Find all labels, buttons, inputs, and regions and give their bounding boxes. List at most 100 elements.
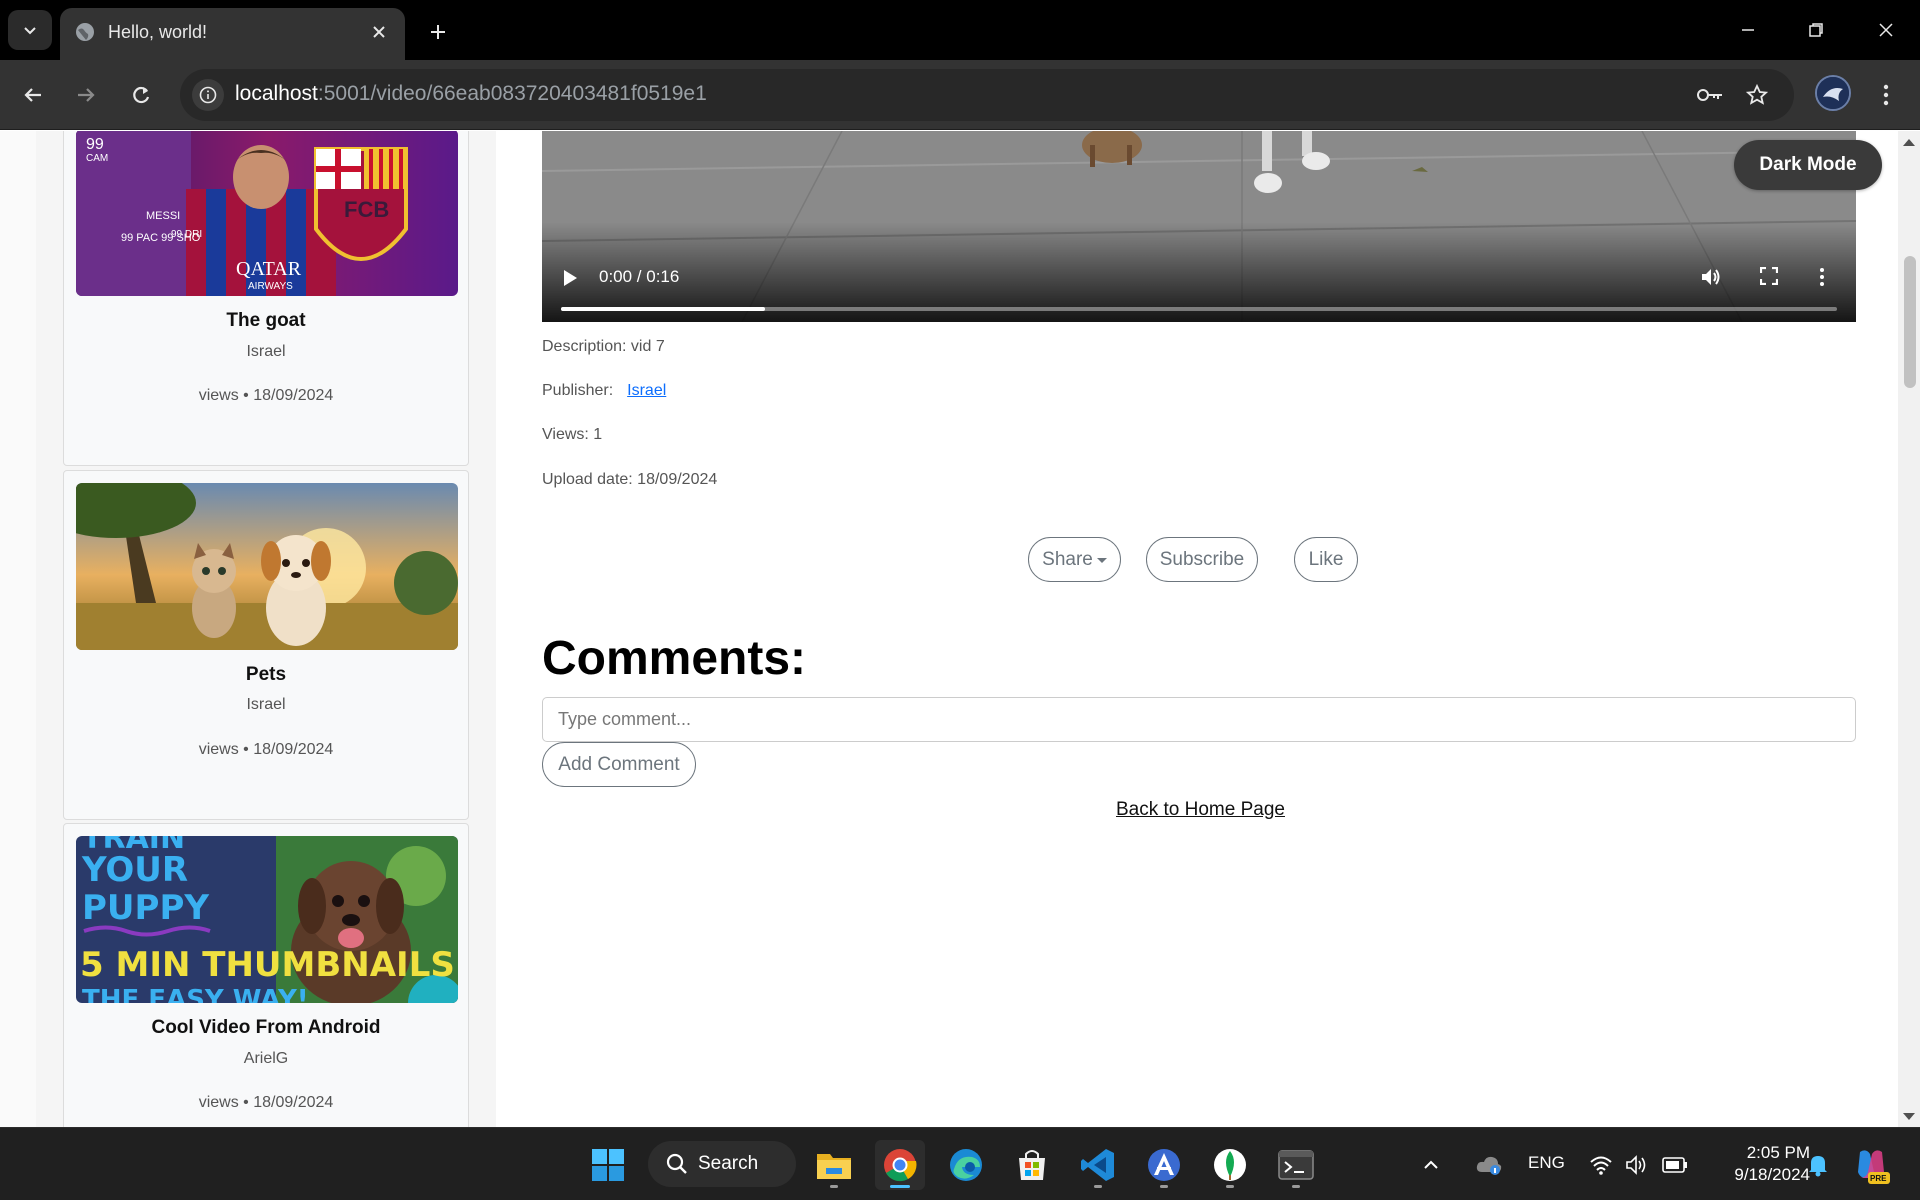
video-player[interactable]: 0:00 / 0:16 [542, 131, 1856, 322]
video-views: Views: 1 [542, 426, 603, 443]
app-icon[interactable] [1139, 1140, 1189, 1190]
url-path: :5001/video/66eab083720403481f0519e1 [317, 82, 707, 105]
password-key-icon[interactable] [1696, 81, 1724, 109]
video-card[interactable]: Pets Israel views • 18/09/2024 [63, 470, 469, 820]
browser-tab[interactable]: Hello, world! [60, 8, 405, 60]
bookmark-star-icon[interactable] [1743, 81, 1771, 109]
taskbar-search[interactable]: Search [648, 1141, 796, 1187]
related-videos-sidebar: 99 CAM MESSI 99 PAC 99 SHO 99 DRI QATAR … [36, 131, 496, 1127]
chrome-icon[interactable] [875, 1140, 925, 1190]
video-thumbnail[interactable]: 99 CAM MESSI 99 PAC 99 SHO 99 DRI QATAR … [76, 131, 458, 296]
chevron-up-icon[interactable] [1416, 1140, 1446, 1190]
running-indicator [1226, 1185, 1234, 1188]
site-info-icon[interactable] [192, 79, 224, 111]
search-icon [666, 1153, 687, 1174]
video-title[interactable]: Cool Video From Android [64, 1017, 468, 1039]
scrollbar-thumb[interactable] [1904, 256, 1916, 388]
volume-icon[interactable] [1700, 267, 1722, 292]
tab-search-icon[interactable] [8, 10, 52, 50]
comments-heading: Comments: [542, 632, 807, 685]
copilot-icon[interactable]: PRE [1848, 1140, 1894, 1190]
window-close-icon[interactable] [1856, 10, 1916, 50]
video-thumbnail[interactable]: TRAIN YOUR PUPPY 5 MIN THUMBNAILS THE EA… [76, 836, 458, 1003]
thumb-line-2: YOUR [81, 850, 188, 890]
system-clock[interactable]: 2:05 PM 9/18/2024 [1700, 1142, 1810, 1186]
thumb-club: FCB [344, 197, 389, 222]
mongodb-icon[interactable] [1205, 1140, 1255, 1190]
file-explorer-icon[interactable] [809, 1140, 859, 1190]
play-icon[interactable] [562, 269, 578, 292]
back-to-home-link[interactable]: Back to Home Page [1116, 799, 1285, 821]
video-meta: views • 18/09/2024 [198, 387, 334, 404]
thumb-line-4: 5 MIN THUMBNAILS [80, 945, 455, 985]
video-thumbnail[interactable] [76, 483, 458, 650]
publisher-link[interactable]: Israel [627, 382, 666, 399]
share-label: Share [1042, 548, 1093, 570]
share-button[interactable]: Share [1028, 537, 1121, 582]
bell-icon[interactable] [1800, 1140, 1836, 1190]
scroll-down-icon[interactable] [1903, 1113, 1915, 1120]
video-title[interactable]: Pets [64, 664, 468, 686]
pets-thumbnail-art [76, 483, 458, 650]
video-meta: views • 18/09/2024 [198, 741, 334, 758]
cloud-icon[interactable] [1472, 1140, 1506, 1190]
profile-avatar[interactable] [1815, 75, 1851, 111]
thumb-sponsor: QATAR [236, 258, 302, 280]
publisher-line: Publisher: Israel [542, 382, 666, 400]
tab-title: Hello, world! [108, 22, 208, 42]
dark-mode-button[interactable]: Dark Mode [1734, 140, 1882, 190]
globe-favicon-icon [74, 21, 96, 43]
video-time: 0:00 / 0:16 [599, 267, 680, 286]
video-card[interactable]: TRAIN YOUR PUPPY 5 MIN THUMBNAILS THE EA… [63, 823, 469, 1127]
page-gutter [0, 131, 36, 1127]
upload-date: Upload date: 18/09/2024 [542, 471, 718, 488]
video-author: Israel [246, 696, 286, 713]
clock-time: 2:05 PM [1746, 1143, 1810, 1162]
video-controls: 0:00 / 0:16 [542, 222, 1856, 322]
subscribe-button[interactable]: Subscribe [1146, 537, 1258, 582]
puppy-thumbnail-art: TRAIN YOUR PUPPY 5 MIN THUMBNAILS THE EA… [76, 836, 458, 1003]
add-comment-button[interactable]: Add Comment [542, 742, 696, 787]
copilot-badge: PRE [1870, 1174, 1887, 1183]
battery-icon[interactable] [1660, 1140, 1690, 1190]
active-indicator [890, 1185, 910, 1188]
clock-date: 9/18/2024 [1734, 1165, 1810, 1184]
restore-icon[interactable] [1786, 10, 1846, 50]
terminal-icon[interactable] [1271, 1140, 1321, 1190]
messi-thumbnail-art: 99 CAM MESSI 99 PAC 99 SHO 99 DRI QATAR … [76, 131, 458, 296]
comment-input[interactable] [542, 697, 1856, 742]
video-author: ArielG [243, 1050, 289, 1067]
fullscreen-icon[interactable] [1759, 266, 1779, 290]
video-title[interactable]: The goat [64, 310, 468, 332]
running-indicator [1094, 1185, 1102, 1188]
store-icon[interactable] [1007, 1140, 1057, 1190]
back-arrow-icon[interactable] [13, 75, 53, 115]
minimize-icon[interactable] [1718, 10, 1778, 50]
windows-start-icon[interactable] [583, 1140, 633, 1190]
edge-icon[interactable] [941, 1140, 991, 1190]
reload-icon[interactable] [121, 75, 161, 115]
video-options-icon[interactable] [1819, 267, 1825, 292]
like-button[interactable]: Like [1294, 537, 1358, 582]
video-seek-progress [561, 307, 766, 311]
speaker-icon[interactable] [1622, 1140, 1652, 1190]
wifi-icon[interactable] [1586, 1140, 1616, 1190]
close-icon[interactable] [365, 18, 393, 46]
page-scrollbar[interactable] [1898, 131, 1920, 1127]
address-bar[interactable]: localhost:5001/video/66eab083720403481f0… [180, 69, 1794, 121]
video-card[interactable]: 99 CAM MESSI 99 PAC 99 SHO 99 DRI QATAR … [63, 131, 469, 466]
scroll-up-icon[interactable] [1903, 139, 1915, 146]
browser-toolbar: localhost:5001/video/66eab083720403481f0… [0, 60, 1920, 130]
caret-down-icon [1096, 558, 1107, 563]
video-seek-bar[interactable] [561, 307, 1837, 311]
thumb-line-5: THE EASY WAY! [82, 985, 309, 1003]
publisher-label: Publisher: [542, 382, 614, 399]
plus-icon[interactable] [420, 14, 456, 50]
url-host: localhost [235, 82, 318, 105]
language-indicator[interactable]: ENG [1528, 1153, 1565, 1173]
thumb-stat-2: 99 DRI [171, 229, 202, 240]
kebab-menu-icon[interactable] [1868, 75, 1904, 115]
thumb-sponsor-2: AIRWAYS [248, 281, 293, 292]
forward-arrow-icon[interactable] [66, 75, 106, 115]
vscode-icon[interactable] [1073, 1140, 1123, 1190]
